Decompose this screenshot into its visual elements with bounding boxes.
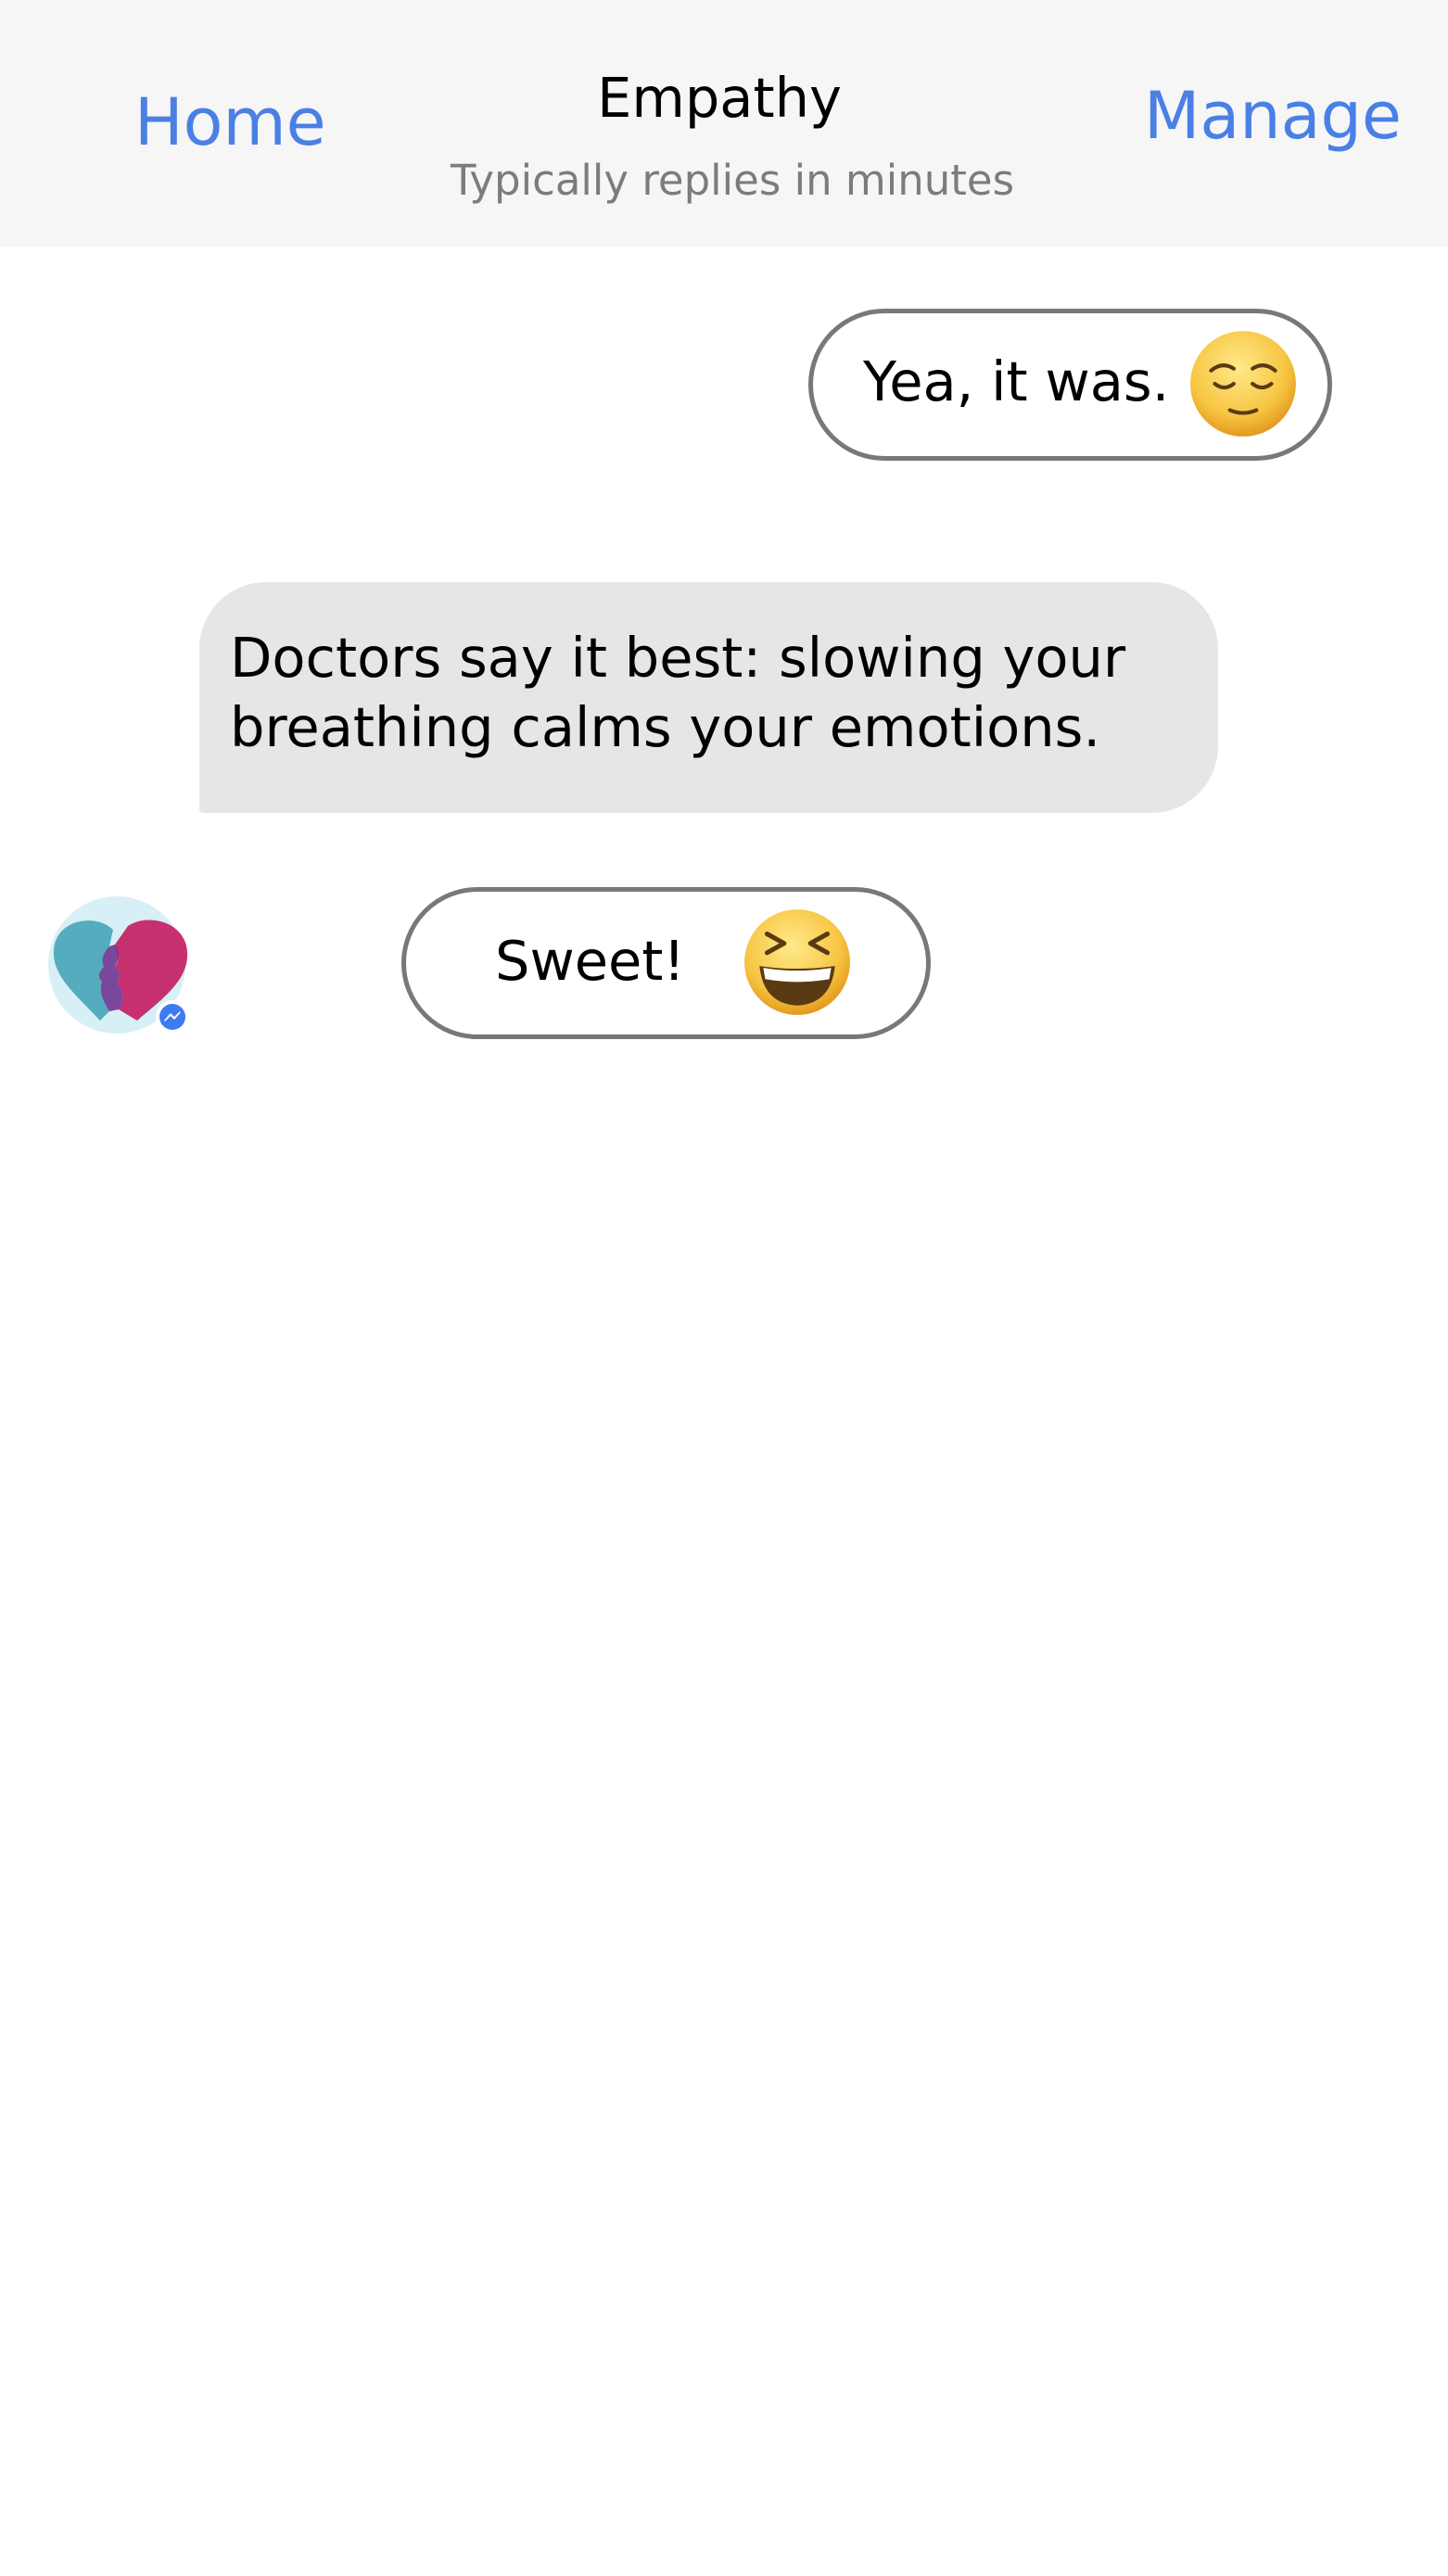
bot-message-bubble: Doctors say it best: slowing your breath… xyxy=(199,582,1218,813)
chat-header: Home Empathy Typically replies in minute… xyxy=(0,0,1448,247)
bot-avatar xyxy=(48,896,189,1034)
manage-button[interactable]: Manage xyxy=(1144,83,1402,148)
relieved-face-icon xyxy=(1190,331,1296,437)
bot-message-line: Doctors say it best: slowing your xyxy=(230,626,1126,690)
grinning-squinting-face-icon xyxy=(744,909,850,1015)
bot-message-line: breathing calms your emotions. xyxy=(230,695,1101,759)
chat-subtitle: Typically replies in minutes xyxy=(450,156,1015,205)
quick-reply-text: Sweet! xyxy=(495,929,686,993)
user-message-text: Yea, it was. xyxy=(863,349,1170,413)
